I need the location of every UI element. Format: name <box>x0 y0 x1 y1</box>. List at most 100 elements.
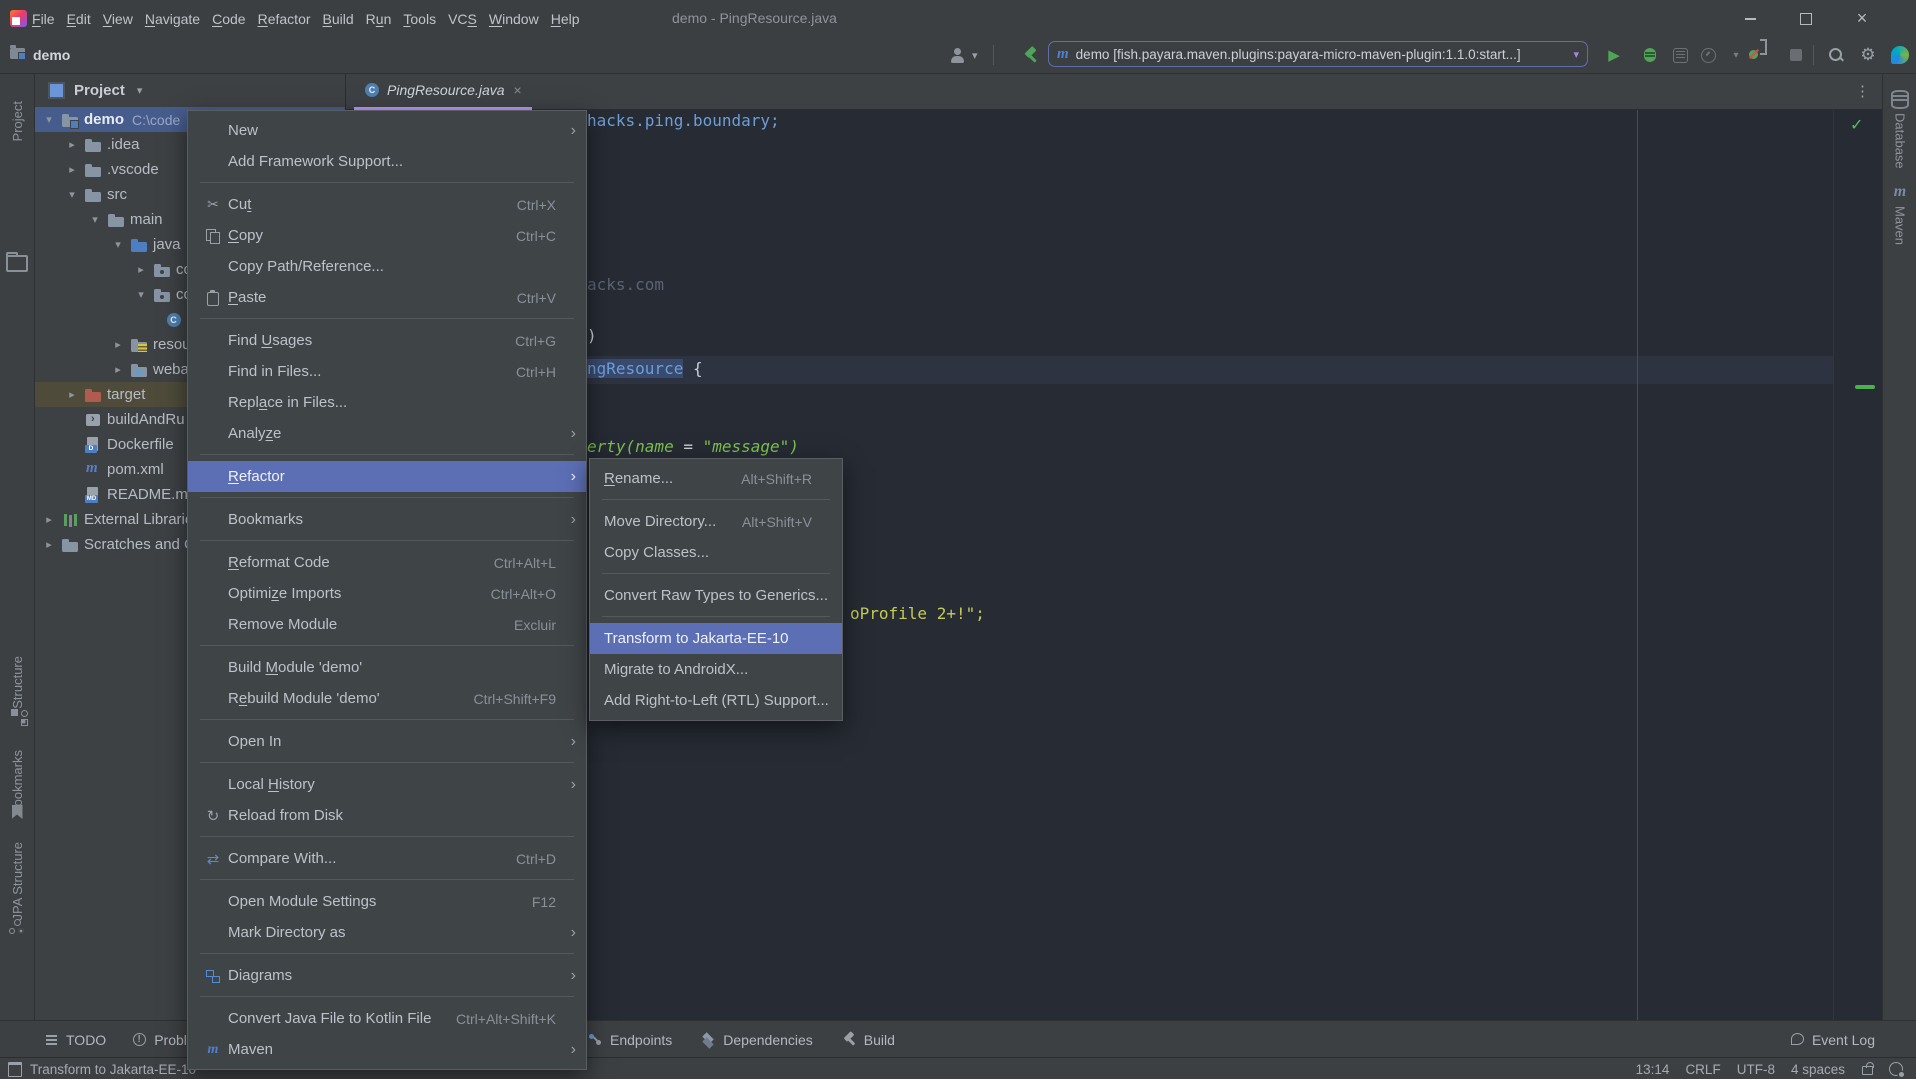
tab-options-icon[interactable]: ⋮ <box>1855 73 1870 110</box>
context-menu-item-maven[interactable]: Maven › <box>188 1034 586 1065</box>
attach-debugger-button[interactable] <box>1748 37 1768 73</box>
profiler-button[interactable] <box>1698 37 1718 73</box>
minimize-button[interactable] <box>1733 0 1767 37</box>
menu-file[interactable]: File <box>32 11 55 27</box>
context-menu-item-rebuild-module-demo[interactable]: Rebuild Module 'demo' Ctrl+Shift+F9 › <box>188 683 586 714</box>
context-menu-item-convert-java-file-to-kotlin-file[interactable]: Convert Java File to Kotlin File Ctrl+Al… <box>188 1003 586 1034</box>
inspections-ok-icon[interactable]: ✓ <box>1850 115 1863 135</box>
maximize-button[interactable] <box>1789 0 1823 37</box>
context-menu-item-refactor[interactable]: Refactor › <box>188 461 586 492</box>
lock-icon[interactable] <box>1861 1062 1873 1076</box>
build-project-button[interactable] <box>1022 37 1040 73</box>
tree-chevron-icon[interactable]: ▸ <box>111 338 125 351</box>
tree-chevron-icon[interactable]: ▸ <box>65 388 79 401</box>
submenu-item-transform-to-jakarta-ee-10[interactable]: Transform to Jakarta-EE-10 › <box>590 623 842 654</box>
tree-chevron-icon[interactable]: ▸ <box>42 538 56 551</box>
tree-chevron-icon[interactable]: ▸ <box>65 138 79 151</box>
context-menu-item-add-framework-support[interactable]: Add Framework Support... › <box>188 146 586 177</box>
tab-close-icon[interactable]: × <box>514 82 522 98</box>
folder-tool-icon[interactable] <box>0 255 34 272</box>
context-menu-item-remove-module[interactable]: Remove Module Excluir › <box>188 609 586 640</box>
run-config-caret-icon[interactable]: ▾ <box>1573 48 1579 61</box>
tree-chevron-icon[interactable]: ▾ <box>88 213 102 226</box>
menu-vcs[interactable]: VCS <box>448 11 477 27</box>
context-menu-item-mark-directory-as[interactable]: Mark Directory as › <box>188 917 586 948</box>
menu-tools[interactable]: Tools <box>403 11 436 27</box>
run-configuration-select[interactable]: m demo [fish.payara.maven.plugins:payara… <box>1048 41 1588 67</box>
encoding[interactable]: UTF-8 <box>1737 1062 1775 1077</box>
payara-plugin-icon[interactable] <box>1890 37 1910 73</box>
context-menu-item-diagrams[interactable]: Diagrams › <box>188 960 586 991</box>
context-menu-item-open-in[interactable]: Open In › <box>188 726 586 757</box>
tree-chevron-icon[interactable]: ▸ <box>65 163 79 176</box>
tool-button-build[interactable]: Build <box>842 1032 895 1048</box>
submenu-item-add-right-to-left-rtl-support[interactable]: Add Right-to-Left (RTL) Support... › <box>590 685 842 716</box>
profiler-caret-icon[interactable]: ▾ <box>1726 37 1746 73</box>
submenu-item-convert-raw-types-to-generics[interactable]: Convert Raw Types to Generics... › <box>590 580 842 611</box>
context-menu-item-find-in-files[interactable]: Find in Files... Ctrl+H › <box>188 356 586 387</box>
tool-button-structure[interactable]: Structure <box>0 656 34 709</box>
jpa-structure-icon[interactable] <box>0 919 34 935</box>
menu-refactor[interactable]: Refactor <box>258 11 311 27</box>
menu-help[interactable]: Help <box>551 11 580 27</box>
database-icon[interactable] <box>1883 90 1916 109</box>
bookmark-icon[interactable] <box>0 805 34 819</box>
menu-window[interactable]: Window <box>489 11 539 27</box>
context-menu-item-copy[interactable]: Copy Ctrl+C › <box>188 220 586 251</box>
settings-gear-icon[interactable]: ⚙ <box>1858 37 1878 73</box>
indent-setting[interactable]: 4 spaces <box>1791 1062 1845 1077</box>
context-menu-item-find-usages[interactable]: Find Usages Ctrl+G › <box>188 325 586 356</box>
tool-button-event-log[interactable]: Event Log <box>1790 1032 1875 1048</box>
context-menu-item-copy-path-reference[interactable]: Copy Path/Reference... › <box>188 251 586 282</box>
tree-chevron-icon[interactable]: ▾ <box>134 288 148 301</box>
context-menu-item-paste[interactable]: Paste Ctrl+V › <box>188 282 586 313</box>
context-menu-item-build-module-demo[interactable]: Build Module 'demo' › <box>188 652 586 683</box>
search-everywhere-button[interactable] <box>1826 37 1846 73</box>
context-menu-item-new[interactable]: New › <box>188 115 586 146</box>
error-stripe-mark[interactable] <box>1855 385 1875 389</box>
debug-button[interactable] <box>1640 37 1660 73</box>
context-menu-item-cut[interactable]: Cut Ctrl+X › <box>188 189 586 220</box>
tool-button-project[interactable]: Project <box>0 101 34 141</box>
tree-chevron-icon[interactable]: ▾ <box>111 238 125 251</box>
tree-chevron-icon[interactable]: ▸ <box>111 363 125 376</box>
context-menu-item-optimize-imports[interactable]: Optimize Imports Ctrl+Alt+O › <box>188 578 586 609</box>
tool-button-endpoints[interactable]: Endpoints <box>588 1032 672 1048</box>
user-icon[interactable] <box>950 37 966 73</box>
project-view-caret-icon[interactable]: ▾ <box>137 84 143 97</box>
line-ending[interactable]: CRLF <box>1685 1062 1720 1077</box>
menu-edit[interactable]: Edit <box>67 11 91 27</box>
tool-button-dependencies[interactable]: Dependencies <box>701 1032 813 1048</box>
tool-button-database[interactable]: Database <box>1883 113 1916 169</box>
submenu-item-copy-classes[interactable]: Copy Classes... › <box>590 537 842 568</box>
user-caret-icon[interactable]: ▾ <box>972 37 978 73</box>
menu-run[interactable]: Run <box>366 11 392 27</box>
context-menu-item-local-history[interactable]: Local History › <box>188 769 586 800</box>
submenu-item-migrate-to-androidx[interactable]: Migrate to AndroidX... › <box>590 654 842 685</box>
context-menu-item-analyze[interactable]: Analyze › <box>188 418 586 449</box>
context-menu-item-reload-from-disk[interactable]: Reload from Disk › <box>188 800 586 831</box>
close-button[interactable]: × <box>1845 0 1879 37</box>
menu-build[interactable]: Build <box>323 11 354 27</box>
tool-button-todo[interactable]: TODO <box>44 1032 106 1048</box>
tab-pingresource-java[interactable]: PingResource.java × <box>354 73 532 110</box>
context-menu-item-replace-in-files[interactable]: Replace in Files... › <box>188 387 586 418</box>
tool-button-jpa-structure[interactable]: JPA Structure <box>0 842 34 921</box>
menu-navigate[interactable]: Navigate <box>145 11 200 27</box>
highlighting-level-icon[interactable] <box>1889 1062 1904 1077</box>
structure-icon[interactable] <box>0 711 34 716</box>
run-button[interactable]: ▶ <box>1604 37 1624 73</box>
context-menu-item-reformat-code[interactable]: Reformat Code Ctrl+Alt+L › <box>188 547 586 578</box>
menu-view[interactable]: View <box>103 11 133 27</box>
menu-code[interactable]: Code <box>212 11 245 27</box>
tree-chevron-icon[interactable]: ▸ <box>42 513 56 526</box>
coverage-button[interactable] <box>1670 37 1690 73</box>
context-menu-item-compare-with[interactable]: Compare With... Ctrl+D › <box>188 843 586 874</box>
tree-chevron-icon[interactable]: ▾ <box>65 188 79 201</box>
tool-button-maven[interactable]: Maven <box>1883 206 1916 245</box>
submenu-item-rename[interactable]: Rename... Alt+Shift+R › <box>590 463 842 494</box>
context-menu-item-bookmarks[interactable]: Bookmarks › <box>188 504 586 535</box>
tree-chevron-icon[interactable]: ▾ <box>42 113 56 126</box>
caret-position[interactable]: 13:14 <box>1636 1062 1670 1077</box>
context-menu-item-open-module-settings[interactable]: Open Module Settings F12 › <box>188 886 586 917</box>
